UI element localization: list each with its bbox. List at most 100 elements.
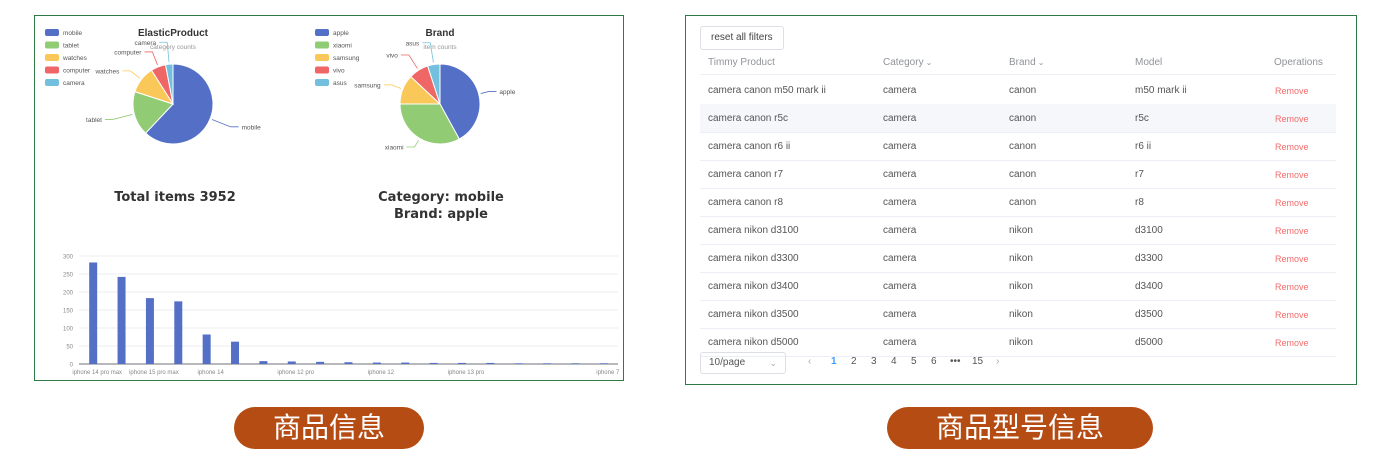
- page-number[interactable]: 3: [871, 356, 877, 367]
- legend-label: tablet: [63, 43, 79, 50]
- legend-swatch: [315, 79, 329, 86]
- table-row: camera canon r6 ii camera canon r6 ii Re…: [700, 132, 1336, 161]
- model-cell: r5c: [1135, 113, 1149, 124]
- table-row: camera nikon d3400 camera nikon d3400 Re…: [700, 272, 1336, 301]
- brand-cell: nikon: [1009, 253, 1033, 264]
- reset-filters-button[interactable]: reset all filters: [700, 26, 784, 50]
- table-row: camera nikon d3300 camera nikon d3300 Re…: [700, 244, 1336, 273]
- column-header-model: Model: [1135, 57, 1163, 68]
- y-tick-label: 100: [63, 327, 74, 333]
- y-tick-label: 150: [63, 309, 74, 315]
- bar: [344, 362, 353, 364]
- brand-cell: canon: [1009, 141, 1037, 152]
- pie-label: asus: [406, 40, 420, 47]
- pie-label-line: [211, 119, 239, 128]
- pie-label: xiaomi: [385, 145, 404, 152]
- model-cell: d3400: [1135, 281, 1163, 292]
- table-row: camera canon r8 camera canon r8 Remove: [700, 188, 1336, 217]
- legend-swatch: [45, 79, 59, 86]
- page-number[interactable]: 4: [891, 356, 897, 367]
- category-cell: camera: [883, 253, 917, 264]
- remove-link[interactable]: Remove: [1275, 198, 1309, 208]
- product-cell: camera canon r8: [708, 197, 784, 208]
- legend-swatch: [45, 66, 59, 74]
- remove-link[interactable]: Remove: [1275, 142, 1309, 152]
- remove-link[interactable]: Remove: [1275, 114, 1309, 124]
- pie-label: watches: [94, 68, 120, 75]
- brand-cell: nikon: [1009, 337, 1033, 348]
- model-cell: r8: [1135, 197, 1144, 208]
- selected-brand-label: Brand: apple: [393, 207, 489, 222]
- pie-label: computer: [114, 49, 142, 56]
- bar: [259, 361, 268, 364]
- brand-cell: canon: [1009, 85, 1037, 96]
- x-tick-label: iphone 7: [596, 370, 620, 376]
- bar: [145, 298, 154, 364]
- legend-swatch: [315, 54, 329, 61]
- remove-link[interactable]: Remove: [1275, 338, 1309, 348]
- chart-title: ElasticProduct: [138, 28, 209, 39]
- legend-label: computer: [63, 68, 91, 75]
- legend-swatch: [315, 41, 329, 49]
- chevron-down-icon: ⌄: [769, 358, 777, 368]
- bar: [117, 276, 126, 364]
- caption-product-model-info: 商品型号信息: [887, 407, 1153, 449]
- model-cell: m50 mark ii: [1135, 85, 1187, 96]
- remove-link[interactable]: Remove: [1275, 282, 1309, 292]
- pie-label: samsung: [354, 82, 381, 89]
- next-page-button[interactable]: ›: [996, 356, 999, 367]
- remove-link[interactable]: Remove: [1275, 226, 1309, 236]
- remove-link[interactable]: Remove: [1275, 170, 1309, 180]
- bar: [599, 363, 608, 364]
- bar: [89, 262, 98, 364]
- column-header-product[interactable]: Timmy Product: [708, 57, 775, 68]
- page-number[interactable]: 1: [831, 356, 837, 367]
- y-tick-label: 250: [63, 273, 74, 279]
- model-cell: r6 ii: [1135, 141, 1152, 152]
- product-cell: camera nikon d3300: [708, 253, 799, 264]
- bar: [543, 363, 552, 364]
- page-number[interactable]: 5: [911, 356, 917, 367]
- more-pages-icon[interactable]: •••: [950, 356, 961, 367]
- product-cell: camera nikon d3100: [708, 225, 799, 236]
- chevron-down-icon: ⌄: [925, 58, 933, 67]
- page-number[interactable]: 15: [972, 356, 983, 367]
- legend-label: mobile: [63, 30, 83, 37]
- table-row: camera canon m50 mark ii camera canon m5…: [700, 76, 1336, 105]
- product-cell: camera canon m50 mark ii: [708, 85, 826, 96]
- pie-label-line: [480, 91, 497, 94]
- pie-label: apple: [499, 89, 515, 96]
- category-cell: camera: [883, 281, 917, 292]
- remove-link[interactable]: Remove: [1275, 254, 1309, 264]
- brand-cell: nikon: [1009, 225, 1033, 236]
- model-cell: d3300: [1135, 253, 1163, 264]
- caption-product-info: 商品信息: [234, 407, 424, 449]
- selected-category-label: Category: mobile: [378, 190, 504, 205]
- legend-swatch: [315, 66, 329, 74]
- column-header-category[interactable]: Category ⌄: [883, 57, 932, 68]
- brand-cell: canon: [1009, 113, 1037, 124]
- remove-link[interactable]: Remove: [1275, 86, 1309, 96]
- column-header-brand[interactable]: Brand ⌄: [1009, 57, 1044, 68]
- x-tick-label: iphone 12 pro: [277, 370, 314, 376]
- legend-label: asus: [333, 80, 347, 87]
- prev-page-button[interactable]: ‹: [808, 356, 811, 367]
- pie-label-line: [104, 114, 133, 120]
- pie-label: tablet: [86, 117, 102, 124]
- table-row: camera nikon d5000 camera nikon d5000 Re…: [700, 328, 1336, 357]
- table-row: camera nikon d3100 camera nikon d3100 Re…: [700, 216, 1336, 245]
- legend-label: xiaomi: [333, 43, 352, 50]
- page-number[interactable]: 6: [931, 356, 937, 367]
- page-number[interactable]: 2: [851, 356, 857, 367]
- pie-label: mobile: [242, 124, 262, 131]
- page-size-select[interactable]: 10/page ⌄: [700, 352, 786, 374]
- pie-label-line: [383, 84, 402, 89]
- bar: [457, 362, 466, 364]
- product-cell: camera canon r6 ii: [708, 141, 791, 152]
- brand-cell: nikon: [1009, 309, 1033, 320]
- remove-link[interactable]: Remove: [1275, 310, 1309, 320]
- product-model-table-panel: reset all filters Timmy Product Category…: [685, 15, 1357, 385]
- y-tick-label: 0: [70, 363, 74, 369]
- model-cell: r7: [1135, 169, 1144, 180]
- dashboard-panel: mobile tablet watches computer camera Elastic…: [34, 15, 624, 381]
